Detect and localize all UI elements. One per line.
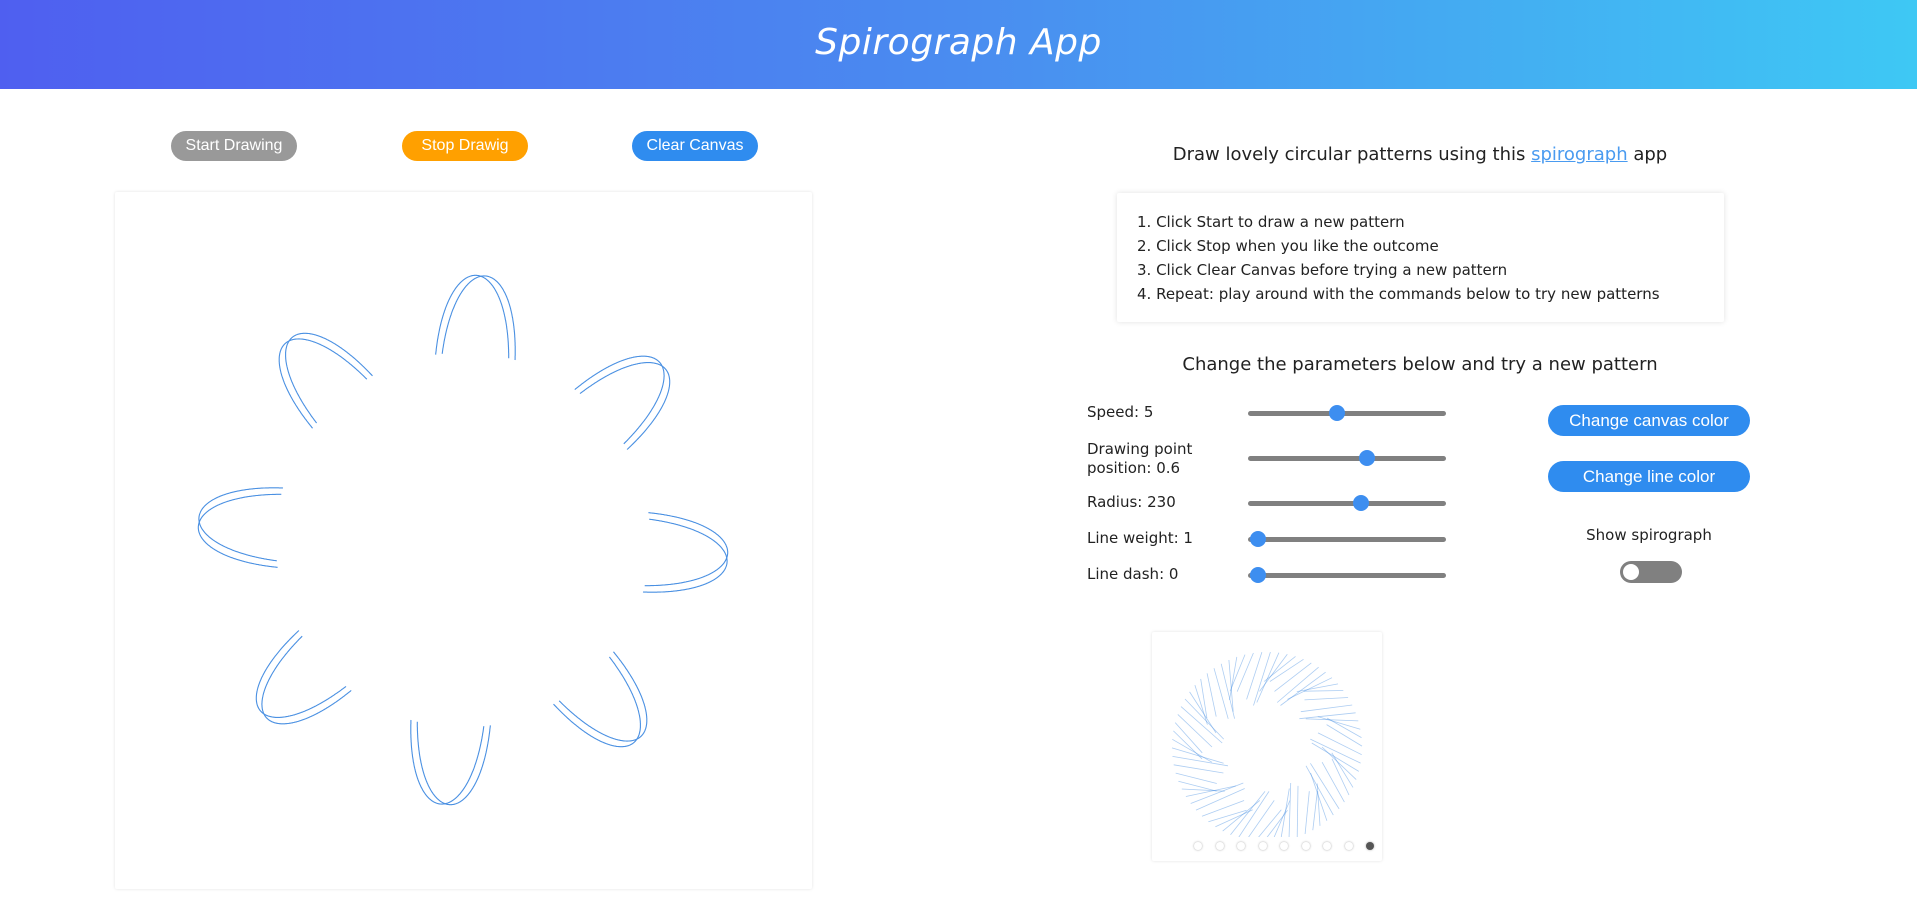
preview-stroke [1173, 730, 1203, 760]
preview-stroke [1220, 663, 1235, 719]
carousel-dot[interactable] [1323, 842, 1331, 850]
petal-stroke [441, 275, 516, 361]
app-title: Spirograph App [815, 22, 1102, 63]
radius-label: Radius: 230 [1087, 493, 1176, 511]
carousel-dot[interactable] [1258, 842, 1267, 850]
drawing-canvas[interactable] [115, 192, 812, 889]
drawing-point-slider-thumb[interactable] [1358, 450, 1375, 466]
line-dash-label: Line dash: 0 [1087, 565, 1179, 583]
line-weight-slider-thumb[interactable] [1249, 531, 1266, 547]
preview-stroke [1172, 756, 1229, 767]
intro-prefix: Draw lovely circular patterns using this [1172, 144, 1532, 165]
petal-stroke [642, 518, 728, 593]
carousel-dot[interactable] [1301, 842, 1310, 850]
preview-stroke [1299, 712, 1356, 720]
petal-stroke [435, 274, 510, 359]
speed-label: Speed: 5 [1087, 403, 1154, 421]
carousel-dot[interactable] [1366, 842, 1374, 850]
drawing-point-label-line2: position: 0.6 [1087, 459, 1181, 477]
clear-canvas-button[interactable]: Clear Canvas [632, 131, 758, 161]
show-spirograph-label: Show spirograph [1586, 526, 1712, 544]
petal-stroke [410, 719, 485, 805]
preview-pattern [1171, 651, 1363, 843]
preview-stroke [1263, 656, 1296, 682]
preview-stroke [1310, 772, 1328, 821]
carousel-dots [1194, 842, 1374, 852]
carousel-dot[interactable] [1215, 842, 1224, 850]
preview-stroke [1305, 765, 1334, 816]
spirograph-drawing [197, 274, 729, 806]
preview-stroke [1311, 742, 1360, 772]
line-weight-slider[interactable] [1248, 531, 1446, 547]
preview-stroke [1174, 722, 1203, 754]
preview-stroke [1304, 697, 1349, 701]
preview-stroke [1304, 791, 1310, 835]
stop-drawing-button[interactable]: Stop Drawig [402, 131, 528, 161]
preview-stroke [1296, 785, 1299, 838]
instruction-step: 2. Click Stop when you like the outcome [1137, 237, 1439, 255]
toggle-knob[interactable] [1623, 564, 1639, 580]
intro-suffix: app [1627, 144, 1668, 165]
preview-stroke [1317, 716, 1361, 730]
preview-stroke [1206, 673, 1217, 717]
preview-stroke [1172, 738, 1213, 763]
app-header: Spirograph App [0, 0, 1917, 89]
preview-stroke [1185, 785, 1237, 797]
instruction-step: 3. Click Clear Canvas before trying a ne… [1137, 261, 1508, 279]
speed-slider[interactable] [1248, 405, 1446, 421]
preview-stroke [1246, 651, 1263, 700]
preview-stroke [1280, 671, 1326, 706]
drawing-point-slider[interactable] [1248, 450, 1446, 466]
carousel-dot[interactable] [1194, 842, 1202, 850]
preview-stroke [1303, 690, 1344, 692]
instruction-step: 1. Click Start to draw a new pattern [1137, 213, 1405, 231]
line-dash-slider-thumb[interactable] [1249, 567, 1266, 583]
preview-stroke [1173, 764, 1224, 774]
carousel-dot[interactable] [1237, 842, 1245, 850]
drawing-point-label-line1: Drawing point [1087, 440, 1193, 458]
preview-stroke [1201, 800, 1245, 817]
change-line-color-button[interactable]: Change line color [1548, 461, 1750, 492]
parameters-title: Change the parameters below and try a ne… [1182, 354, 1658, 375]
preview-carousel [1152, 632, 1382, 861]
carousel-dot[interactable] [1280, 842, 1288, 850]
carousel-dot[interactable] [1344, 842, 1353, 850]
petal-stroke [198, 487, 284, 562]
preview-stroke [1184, 698, 1224, 740]
speed-slider-thumb[interactable] [1329, 405, 1346, 421]
instructions-card: 1. Click Start to draw a new pattern 2. … [1117, 193, 1724, 322]
preview-stroke [1300, 704, 1353, 713]
preview-stroke [1312, 791, 1318, 831]
preview-stroke [1317, 732, 1362, 756]
preview-stroke [1194, 684, 1208, 725]
show-spirograph-toggle[interactable] [1620, 561, 1682, 583]
preview-stroke [1229, 654, 1246, 692]
radius-slider[interactable] [1248, 495, 1446, 511]
preview-stroke [1230, 791, 1266, 835]
line-weight-label: Line weight: 1 [1087, 529, 1193, 547]
instruction-step: 4. Repeat: play around with the commands… [1137, 285, 1660, 303]
drawing-point-label: Drawing point position: 0.6 [1087, 440, 1192, 478]
start-drawing-button[interactable]: Start Drawing [171, 131, 297, 161]
petal-stroke [197, 493, 282, 568]
preview-stroke [1213, 668, 1229, 719]
change-canvas-color-button[interactable]: Change canvas color [1548, 405, 1750, 436]
radius-slider-thumb[interactable] [1352, 495, 1369, 511]
petal-stroke [644, 512, 729, 587]
spirograph-link[interactable]: spirograph [1531, 144, 1628, 165]
intro-text: Draw lovely circular patterns using this… [1000, 144, 1840, 165]
line-dash-slider[interactable] [1248, 567, 1446, 583]
petal-stroke [416, 721, 491, 806]
